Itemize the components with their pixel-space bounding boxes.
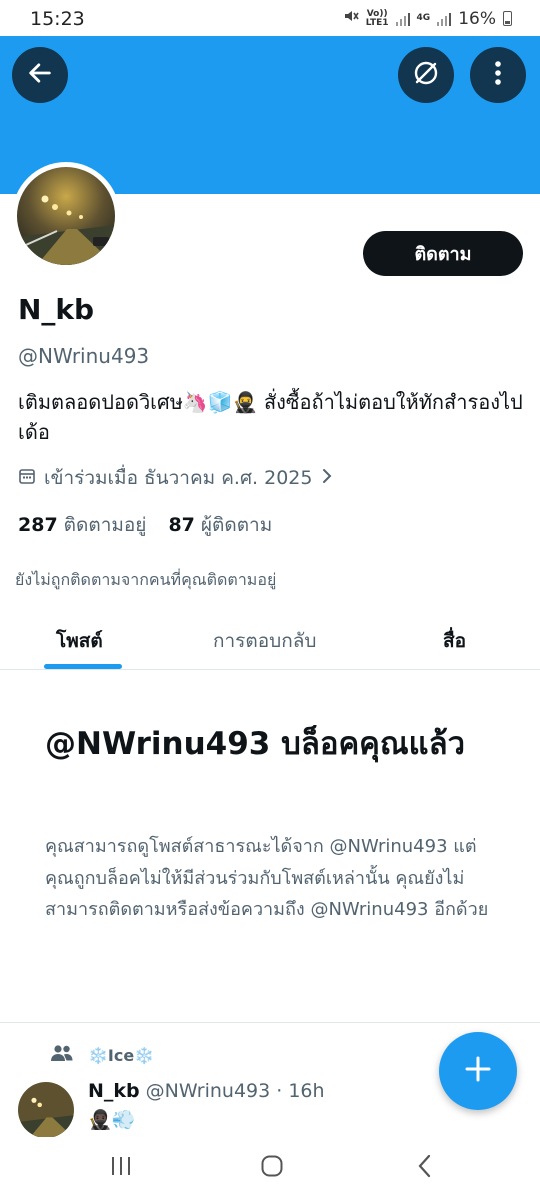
recents-icon: [109, 1154, 133, 1182]
follow-button[interactable]: ติดตาม: [363, 231, 523, 276]
following-count: 287: [18, 514, 58, 536]
avatar-photo: [17, 167, 115, 265]
home-icon: [260, 1154, 284, 1182]
profile-avatar[interactable]: [12, 162, 120, 270]
followers-label: ผู้ติดตาม: [200, 514, 273, 536]
more-button[interactable]: [470, 47, 526, 103]
profile-tabs: โพสต์ การตอบกลับ สื่อ: [0, 612, 540, 670]
follow-stats: 287 ติดตามอยู่ 87 ผู้ติดตาม: [18, 510, 272, 540]
post-author-name[interactable]: N_kb: [88, 1080, 140, 1102]
community-label[interactable]: ❄️Ice❄️: [50, 1043, 154, 1067]
calendar-icon: [18, 467, 36, 490]
compose-fab[interactable]: [439, 1032, 517, 1110]
post-time: · 16h: [276, 1080, 325, 1102]
status-icons: Vo)) LTE1 4G 16%: [343, 8, 512, 29]
mute-icon: [343, 8, 359, 29]
not-followed-note: ยังไม่ถูกติดตามจากคนที่คุณติดตามอยู่: [15, 570, 277, 589]
arrow-left-icon: [26, 59, 54, 91]
profile-handle: @NWrinu493: [18, 344, 150, 368]
post-author-handle[interactable]: @NWrinu493: [146, 1080, 271, 1102]
volte-icon: Vo)) LTE1: [365, 8, 389, 28]
back-chevron-icon: [417, 1154, 433, 1182]
following-link[interactable]: 287 ติดตามอยู่: [18, 510, 146, 540]
back-nav-button[interactable]: [410, 1154, 440, 1182]
slash-circle-icon: [410, 57, 442, 93]
battery-percent: 16%: [458, 8, 496, 29]
grok-button[interactable]: [398, 47, 454, 103]
joined-date-row[interactable]: เข้าร่วมเมื่อ ธันวาคม ค.ศ. 2025: [18, 464, 334, 492]
active-tab-indicator: [44, 664, 122, 669]
followers-count: 87: [168, 514, 195, 536]
community-name: ❄️Ice❄️: [88, 1045, 155, 1065]
joined-date: เข้าร่วมเมื่อ ธันวาคม ค.ศ. 2025: [44, 467, 313, 489]
tab-posts[interactable]: โพสต์: [56, 626, 103, 656]
profile-bio: เติมตลอดปอดวิเศษ🦄🧊🥷 สั่งซื้อถ้าไม่ตอบให้…: [18, 390, 523, 444]
blocked-body: คุณสามารถดูโพสต์สาธารณะได้จาก @NWrinu493…: [45, 836, 489, 920]
post-author-avatar[interactable]: [18, 1082, 74, 1138]
display-name: N_kb: [18, 293, 95, 326]
system-nav-bar: [0, 1137, 540, 1200]
tab-media[interactable]: สื่อ: [443, 626, 466, 656]
signal-icon: [395, 12, 410, 26]
following-label: ติดตามอยู่: [63, 514, 147, 536]
status-bar: 15:23 Vo)) LTE1 4G 16%: [0, 0, 540, 36]
people-icon: [50, 1043, 74, 1067]
more-vertical-icon: [494, 60, 502, 90]
network-type: 4G: [416, 13, 431, 23]
status-time: 15:23: [30, 8, 85, 30]
recents-button[interactable]: [106, 1155, 136, 1181]
tab-replies[interactable]: การตอบกลับ: [213, 626, 316, 656]
chevron-right-icon: [320, 467, 334, 489]
signal-icon-2: [437, 12, 452, 26]
divider: [0, 1022, 540, 1023]
blocked-title: @NWrinu493 บล็อคคุณแล้ว: [45, 726, 466, 762]
post-text: 🥷🏿💨: [88, 1109, 136, 1131]
post-header: N_kb @NWrinu493 · 16h: [88, 1080, 325, 1102]
followers-link[interactable]: 87 ผู้ติดตาม: [168, 510, 272, 540]
back-button[interactable]: [12, 47, 68, 103]
battery-icon: [503, 11, 512, 26]
home-button[interactable]: [257, 1155, 287, 1181]
plus-icon: [463, 1054, 493, 1088]
